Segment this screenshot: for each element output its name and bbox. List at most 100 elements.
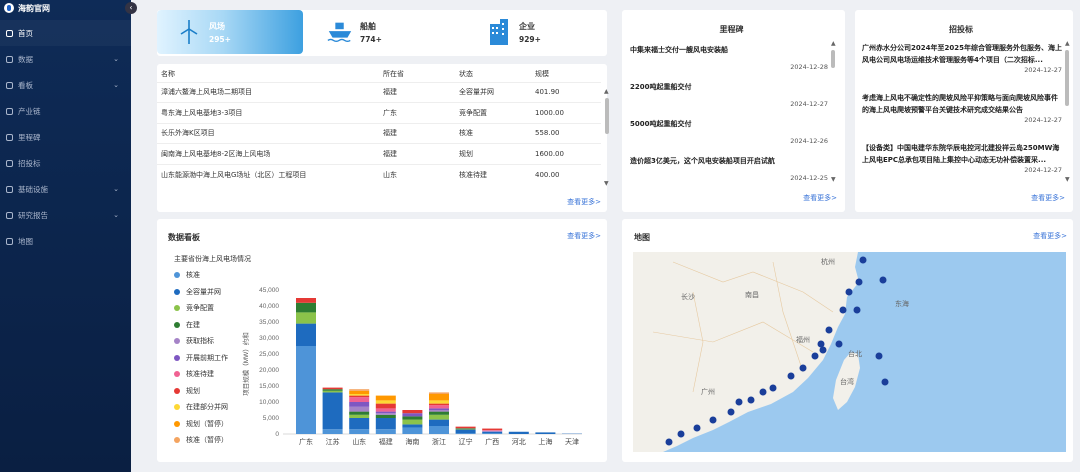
bar-segment	[375, 411, 396, 414]
ship-marker-icon[interactable]	[759, 388, 767, 396]
y-tick-label: 30,000	[259, 335, 279, 342]
ship-marker-icon[interactable]	[693, 424, 701, 432]
bar-segment	[482, 433, 503, 434]
bar-segment	[429, 410, 449, 412]
bar-segment	[455, 426, 476, 429]
y-tick-label: 35,000	[259, 319, 279, 326]
ship-marker-icon[interactable]	[811, 352, 819, 360]
ship-marker-icon[interactable]	[875, 352, 883, 360]
bar-segment	[455, 433, 476, 434]
bar-segment	[349, 390, 370, 394]
bar-segment	[402, 427, 423, 434]
bar-segment	[322, 429, 343, 434]
bar-segment	[375, 395, 396, 401]
map-label-fuzhou: 福州	[796, 335, 810, 344]
bar-segment	[349, 402, 370, 407]
x-tick-label: 江苏	[326, 437, 340, 446]
bar-segment	[482, 431, 503, 434]
bar-segment	[508, 431, 529, 434]
bar-segment	[482, 430, 503, 432]
bar-segment	[322, 392, 343, 430]
bar-segment	[322, 389, 343, 391]
bar-segment	[429, 392, 449, 394]
map-label-taibei: 台北	[848, 349, 862, 358]
bar-segment	[429, 400, 449, 404]
ship-marker-icon[interactable]	[835, 340, 843, 348]
bar-segment	[429, 426, 449, 434]
bar-segment	[402, 410, 423, 414]
x-tick-label: 辽宁	[459, 437, 473, 446]
bar-segment	[349, 429, 370, 434]
ship-marker-icon[interactable]	[825, 326, 833, 334]
y-tick-label: 0	[275, 431, 279, 438]
ship-marker-icon[interactable]	[709, 416, 717, 424]
map-card: 地图 查看更多> 杭州 长沙 南昌 东海 福州 台北 台湾 广州	[622, 219, 1073, 462]
bar-segment	[349, 411, 370, 415]
bar-segment	[402, 424, 423, 428]
bar-segment	[349, 394, 370, 396]
bar-segment	[375, 400, 396, 404]
y-tick-label: 20,000	[259, 367, 279, 374]
x-tick-label: 浙江	[432, 437, 446, 446]
bar-segment	[402, 419, 423, 425]
ship-marker-icon[interactable]	[845, 288, 853, 296]
ship-marker-icon[interactable]	[747, 396, 755, 404]
bar-segment	[402, 416, 423, 420]
bar-segment	[482, 428, 503, 431]
bar-segment	[535, 432, 556, 434]
ship-marker-icon[interactable]	[853, 306, 861, 314]
x-tick-label: 上海	[538, 437, 552, 446]
ship-marker-icon[interactable]	[819, 346, 827, 354]
y-tick-label: 5,000	[263, 415, 280, 422]
bar-segment	[349, 414, 370, 418]
ship-marker-icon[interactable]	[799, 364, 807, 372]
bar-segment	[402, 413, 423, 417]
map-title: 地图	[634, 233, 650, 242]
bar-segment	[322, 387, 343, 390]
x-tick-label: 广东	[299, 437, 313, 446]
map-label-hangzhou: 杭州	[821, 257, 835, 266]
ship-marker-icon[interactable]	[727, 408, 735, 416]
y-tick-label: 10,000	[259, 399, 279, 406]
bar-segment	[429, 408, 449, 410]
bar-segment	[349, 406, 370, 412]
bar-segment	[349, 418, 370, 430]
ship-marker-icon[interactable]	[859, 256, 867, 264]
ship-marker-icon[interactable]	[879, 276, 887, 284]
y-tick-label: 25,000	[259, 351, 279, 358]
map-more-link[interactable]: 查看更多>	[1033, 231, 1067, 241]
bar-segment	[296, 298, 316, 303]
map-label-donghai: 东海	[895, 299, 909, 308]
ship-marker-icon[interactable]	[735, 398, 743, 406]
bar-segment	[375, 429, 396, 434]
bar-segment	[349, 395, 370, 398]
map-label-nanchang: 南昌	[745, 290, 759, 299]
bar-segment	[375, 414, 396, 418]
x-tick-label: 福建	[379, 437, 393, 446]
bar-segment	[375, 403, 396, 409]
ship-marker-icon[interactable]	[817, 340, 825, 348]
bar-segment	[296, 312, 316, 324]
bar-segment	[296, 346, 316, 434]
bar-segment	[375, 408, 396, 412]
ship-marker-icon[interactable]	[839, 306, 847, 314]
ship-marker-icon[interactable]	[769, 384, 777, 392]
ship-marker-icon[interactable]	[665, 438, 673, 446]
x-tick-label: 广西	[485, 437, 499, 446]
x-tick-label: 海南	[405, 437, 419, 446]
ship-marker-icon[interactable]	[881, 378, 889, 386]
ship-marker-icon[interactable]	[677, 430, 685, 438]
x-tick-label: 山东	[352, 437, 366, 446]
map-view[interactable]: 杭州 长沙 南昌 东海 福州 台北 台湾 广州	[633, 252, 1066, 452]
bar-segment	[375, 413, 396, 415]
map-label-changsha: 长沙	[681, 292, 695, 301]
bar-segment	[429, 411, 449, 415]
ship-marker-icon[interactable]	[855, 278, 863, 286]
bar-segment	[482, 430, 503, 431]
ship-marker-icon[interactable]	[787, 372, 795, 380]
map-label-taiwan: 台湾	[840, 377, 854, 386]
bar-segment	[429, 394, 449, 401]
x-tick-label: 天津	[565, 438, 579, 446]
y-tick-label: 45,000	[259, 287, 279, 294]
bar-segment	[429, 419, 449, 426]
